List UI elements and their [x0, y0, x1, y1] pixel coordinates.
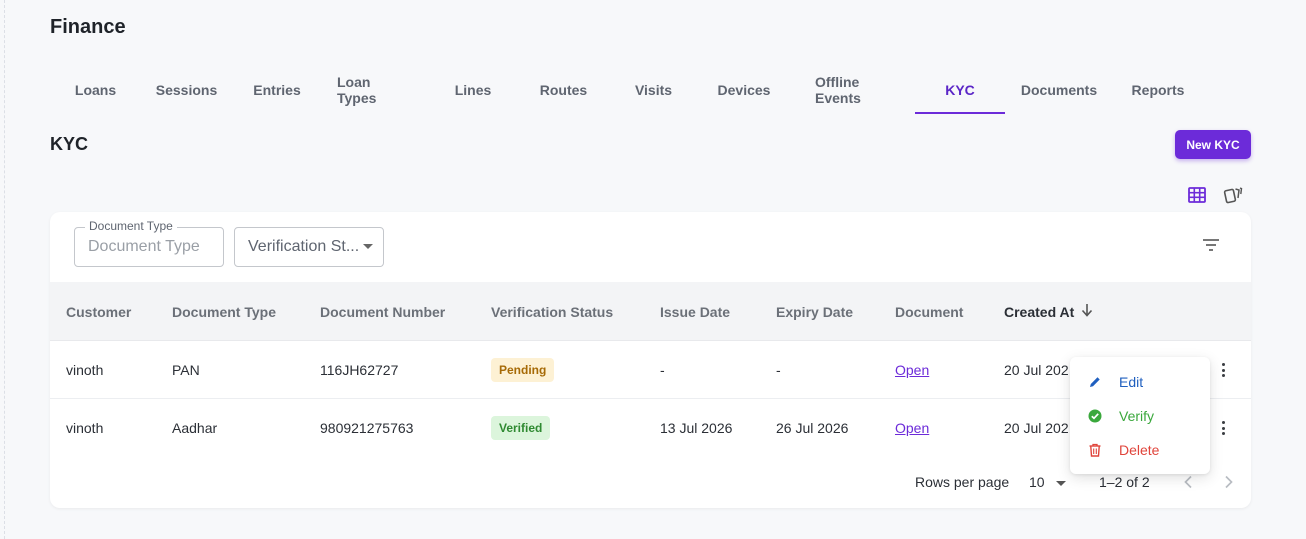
menu-item-label: Edit: [1119, 374, 1144, 390]
previous-page-icon[interactable]: [1183, 475, 1193, 494]
row-actions-menu: Edit Verify Delete: [1070, 357, 1210, 474]
open-document-link[interactable]: Open: [895, 420, 929, 436]
tab-label: Entries: [253, 82, 301, 98]
verification-status-select[interactable]: Verification St...: [234, 227, 384, 267]
cell-customer: vinoth: [66, 362, 104, 378]
tab-routes[interactable]: Routes: [513, 66, 614, 114]
column-header-document-number[interactable]: Document Number: [320, 304, 445, 320]
tab-label: Sessions: [155, 82, 218, 98]
cell-document-number: 980921275763: [320, 420, 414, 436]
tab-entries[interactable]: Entries: [237, 66, 317, 114]
rows-per-page-label: Rows per page: [915, 474, 1010, 490]
tab-label: Visits: [634, 82, 673, 98]
table-header: Customer Document Type Document Number V…: [50, 282, 1251, 341]
cards-icon[interactable]: [1222, 184, 1244, 206]
tab-kyc[interactable]: KYC: [915, 66, 1005, 114]
menu-item-verify[interactable]: Verify: [1070, 399, 1210, 433]
document-type-field-label: Document Type: [85, 219, 177, 233]
menu-item-delete[interactable]: Delete: [1070, 433, 1210, 467]
dropdown-arrow-icon: [1056, 480, 1067, 486]
tab-loans[interactable]: Loans: [55, 66, 136, 114]
rows-per-page-value: 10: [1029, 474, 1045, 490]
tab-label: Routes: [539, 82, 588, 98]
tab-label: Devices: [717, 82, 771, 98]
verification-status-placeholder: Verification St...: [248, 238, 360, 255]
page-left-border: [4, 0, 5, 539]
tab-label: Reports: [1131, 82, 1185, 98]
tab-label: Lines: [454, 82, 492, 98]
grid-table-icon[interactable]: [1186, 184, 1208, 206]
cell-created-at: 20 Jul 202: [1004, 420, 1069, 436]
cell-document-number: 116JH62727: [320, 362, 399, 378]
tab-lines[interactable]: Lines: [433, 66, 513, 114]
tab-offline-events[interactable]: Offline Events: [795, 66, 915, 114]
column-header-created-at[interactable]: Created At: [1004, 304, 1074, 320]
menu-item-edit[interactable]: Edit: [1070, 365, 1210, 399]
cell-expiry-date: 26 Jul 2026: [776, 420, 849, 436]
next-page-icon[interactable]: [1224, 475, 1234, 494]
page-title: Finance: [50, 16, 126, 38]
menu-item-label: Verify: [1119, 408, 1155, 424]
column-header-issue-date[interactable]: Issue Date: [660, 304, 730, 320]
tab-visits[interactable]: Visits: [614, 66, 693, 114]
tab-label: Loans: [74, 82, 117, 98]
dropdown-arrow-icon: [363, 244, 373, 249]
tab-loan-types[interactable]: Loan Types: [317, 66, 433, 114]
document-type-placeholder: Document Type: [88, 238, 200, 255]
new-kyc-button[interactable]: New KYC: [1175, 130, 1251, 159]
column-header-document-type[interactable]: Document Type: [172, 304, 276, 320]
column-header-customer[interactable]: Customer: [66, 304, 131, 320]
tab-label: Loan Types: [337, 74, 377, 106]
column-header-document[interactable]: Document: [895, 304, 963, 320]
tab-reports[interactable]: Reports: [1113, 66, 1203, 114]
cell-customer: vinoth: [66, 420, 104, 436]
tab-sessions[interactable]: Sessions: [136, 66, 237, 114]
column-header-verification-status[interactable]: Verification Status: [491, 304, 613, 320]
cell-document-type: PAN: [172, 362, 200, 378]
open-document-link[interactable]: Open: [895, 362, 929, 378]
check-circle-icon: [1088, 409, 1102, 423]
tab-devices[interactable]: Devices: [693, 66, 795, 114]
tab-bar: Loans Sessions Entries Loan Types Lines …: [55, 66, 1203, 114]
sort-arrow-down-icon[interactable]: [1081, 303, 1093, 322]
cell-expiry-date: -: [776, 362, 781, 378]
trash-icon: [1088, 443, 1102, 457]
rows-per-page-select[interactable]: 10: [1029, 474, 1067, 490]
column-header-expiry-date[interactable]: Expiry Date: [776, 304, 853, 320]
row-actions-kebab-icon[interactable]: [1218, 361, 1228, 379]
cell-document-type: Aadhar: [172, 420, 218, 436]
tab-label: Documents: [1020, 82, 1098, 98]
tab-documents[interactable]: Documents: [1005, 66, 1113, 114]
cell-issue-date: -: [660, 362, 665, 378]
status-badge: Verified: [491, 416, 551, 440]
cell-created-at: 20 Jul 202: [1004, 362, 1069, 378]
section-title: KYC: [50, 134, 89, 154]
tab-label: Offline Events: [815, 74, 861, 106]
tab-label: KYC: [945, 82, 975, 98]
pagination-range: 1–2 of 2: [1099, 474, 1150, 490]
cell-issue-date: 13 Jul 2026: [660, 420, 733, 436]
menu-item-label: Delete: [1119, 442, 1160, 458]
row-actions-kebab-icon[interactable]: [1218, 419, 1228, 437]
document-type-field[interactable]: Document Type Document Type: [74, 219, 224, 267]
filter-list-icon[interactable]: [1202, 238, 1222, 256]
status-badge: Pending: [491, 358, 555, 382]
pencil-icon: [1088, 375, 1102, 389]
